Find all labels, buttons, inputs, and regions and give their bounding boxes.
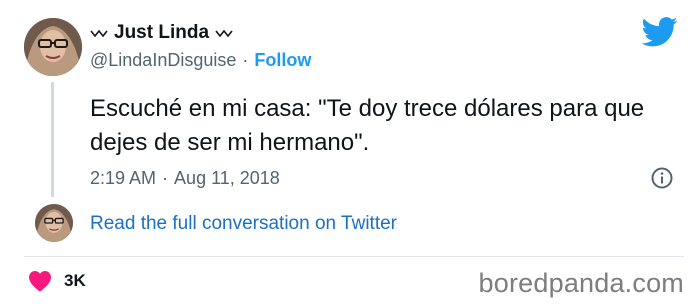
tweet-date: Aug 11, 2018 xyxy=(174,168,280,188)
like-action[interactable]: 3K xyxy=(28,270,86,292)
divider xyxy=(24,256,684,257)
follow-button[interactable]: Follow xyxy=(254,50,311,71)
tweet-timestamp[interactable]: 2:19 AM · Aug 11, 2018 xyxy=(90,168,280,189)
avatar[interactable] xyxy=(24,18,82,76)
squiggle-icon xyxy=(90,29,108,38)
tweet-time: 2:19 AM xyxy=(90,168,157,188)
avatar[interactable] xyxy=(35,204,73,242)
heart-icon[interactable] xyxy=(28,270,52,292)
twitter-bird-icon[interactable] xyxy=(642,17,678,47)
avatar-image xyxy=(35,204,73,242)
handle-row: @LindaInDisguise · Follow xyxy=(90,50,311,71)
thread-connector-line xyxy=(51,82,54,197)
read-conversation-link[interactable]: Read the full conversation on Twitter xyxy=(90,213,397,235)
user-handle[interactable]: @LindaInDisguise xyxy=(90,50,236,71)
avatar-image xyxy=(24,18,82,76)
info-icon[interactable] xyxy=(650,166,674,190)
tweet-text: Escuché en mi casa: "Te doy trece dólare… xyxy=(90,95,645,156)
display-name[interactable]: Just Linda xyxy=(114,22,209,44)
watermark: boredpanda.com xyxy=(478,268,684,298)
separator-dot: · xyxy=(242,50,249,70)
like-count: 3K xyxy=(64,271,86,290)
squiggle-icon xyxy=(215,29,233,38)
separator-dot: · xyxy=(162,168,169,188)
author-name-row: Just Linda xyxy=(90,20,233,46)
